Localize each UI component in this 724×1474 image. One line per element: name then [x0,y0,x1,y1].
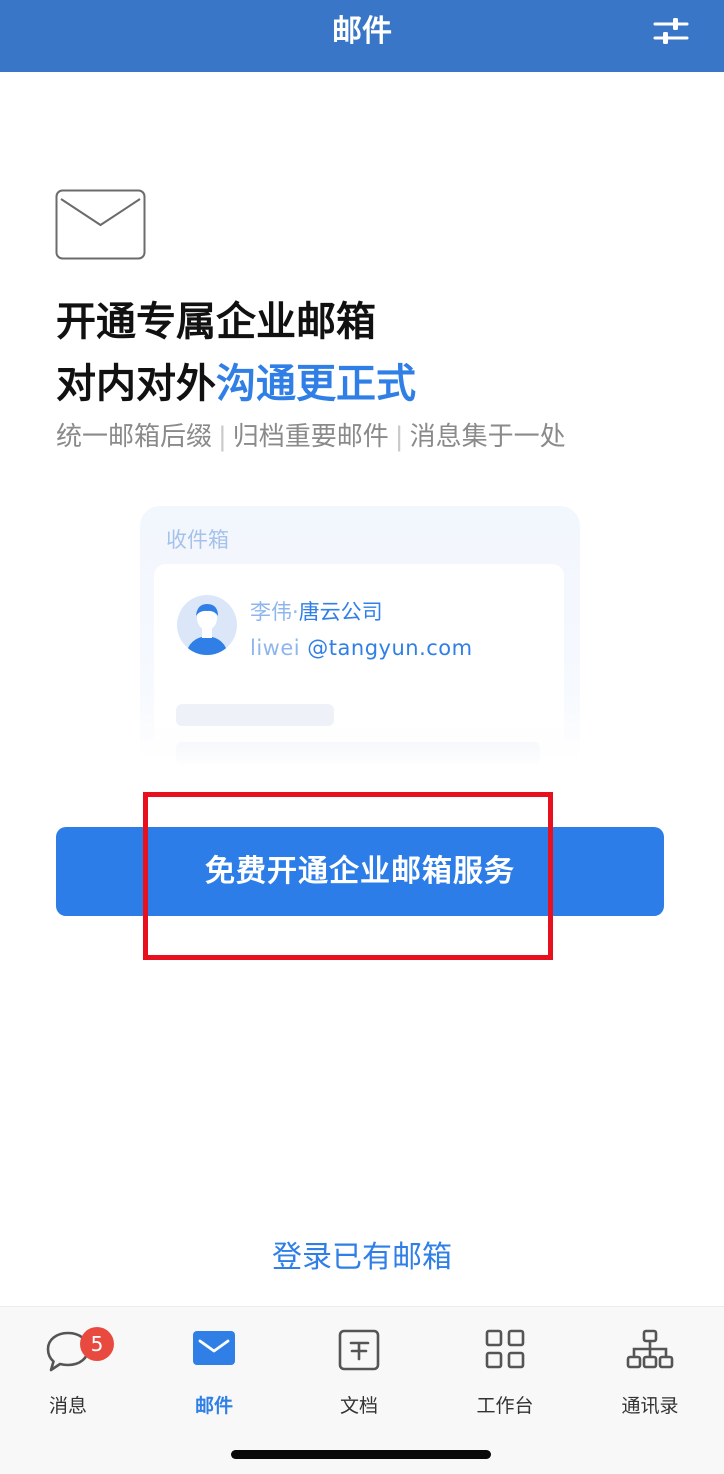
sliders-icon[interactable] [652,16,690,46]
unread-badge: 5 [80,1327,114,1361]
tagline-item: 统一邮箱后缀 [56,422,213,452]
envelope-icon [55,189,146,260]
inbox-preview-illustration: 收件箱 李伟·唐云公司 liwei @tangyun.com [140,506,580,770]
contact-email: liwei @tangyun.com [250,636,473,660]
tab-contacts[interactable]: 通讯录 [595,1323,705,1423]
contact-company: 唐云公司 [298,600,383,624]
tagline-separator: | [218,422,227,452]
tab-label: 邮件 [194,1395,233,1417]
bottom-tab-bar: 5 消息 邮件 文档 工作台 通讯录 [0,1306,724,1474]
avatar [177,595,237,655]
tagline-item: 消息集于一处 [409,422,566,452]
tab-label: 消息 [48,1395,87,1417]
tab-label: 通讯录 [621,1395,679,1417]
headline-accent: 沟通更正式 [216,361,416,407]
feature-tagline: 统一邮箱后缀 | 归档重要邮件 | 消息集于一处 [56,418,566,456]
headline-plain: 对内对外 [56,361,216,407]
skeleton-line [176,704,334,726]
login-existing-mailbox-link[interactable]: 登录已有邮箱 [0,1238,724,1278]
tab-label: 文档 [339,1395,378,1417]
contact-name: 李伟·唐云公司 [250,596,383,626]
headline-line-1: 开通专属企业邮箱 [56,299,376,345]
tab-documents[interactable]: 文档 [304,1323,414,1423]
home-indicator [231,1450,491,1459]
org-chart-icon [626,1329,674,1369]
grid-icon [485,1329,525,1369]
tab-mail[interactable]: 邮件 [159,1323,269,1423]
preview-fade [140,730,580,770]
top-nav-bar: 邮件 [0,0,724,72]
tab-workbench[interactable]: 工作台 [450,1323,560,1423]
headline-line-2: 对内对外沟通更正式 [56,360,416,408]
email-user: liwei [250,636,301,660]
contact-person: 李伟 [250,600,292,624]
tagline-separator: | [394,422,404,452]
page-title: 邮件 [332,14,392,49]
mail-icon [193,1331,235,1365]
highlight-annotation-box [143,792,553,960]
email-domain: @tangyun.com [307,636,473,660]
tab-label: 工作台 [476,1395,534,1417]
tagline-item: 归档重要邮件 [232,422,389,452]
tab-messages[interactable]: 5 消息 [13,1323,123,1423]
inbox-label: 收件箱 [166,528,229,552]
document-icon [338,1329,380,1371]
contact-dot: · [292,600,299,624]
